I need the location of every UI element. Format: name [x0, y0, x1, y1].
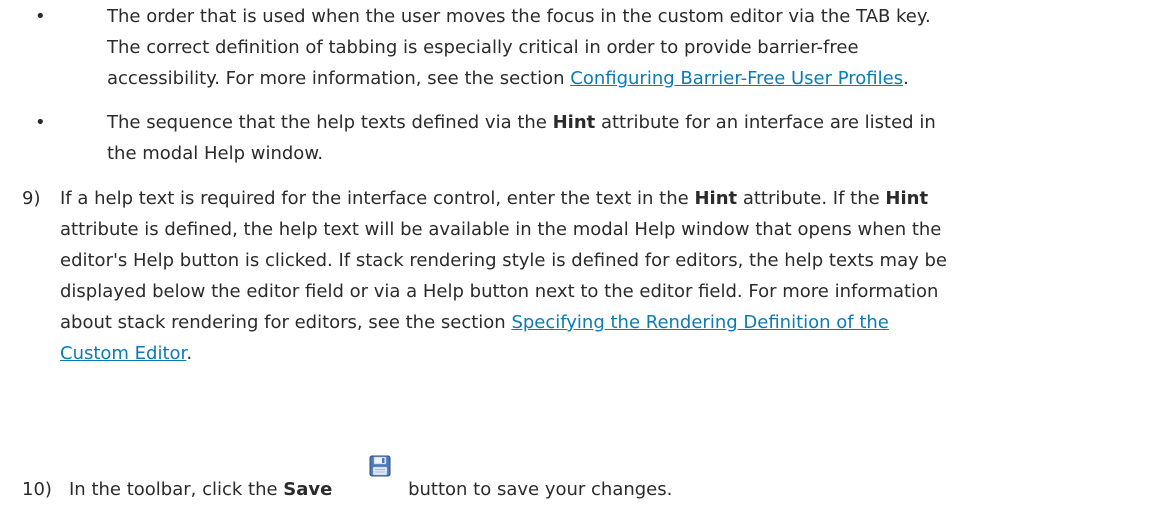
link-custom-editor[interactable]: Custom Editor: [60, 343, 186, 364]
text-line: If a help text is required for the inter…: [60, 183, 1150, 214]
text-fragment: The sequence that the help texts defined…: [107, 112, 553, 133]
bold-term-hint: Hint: [552, 112, 596, 133]
text-fragment: about stack rendering for editors, see t…: [60, 312, 512, 333]
bold-term-hint: Hint: [885, 188, 929, 209]
text-fragment: button to save your changes.: [402, 479, 673, 500]
text-fragment: If a help text is required for the inter…: [60, 188, 695, 209]
bold-term-hint: Hint: [694, 188, 738, 209]
step-10-text: In the toolbar, click the Save button to…: [69, 474, 1149, 505]
text-fragment: .: [903, 68, 909, 89]
text-line: Custom Editor.: [60, 338, 1150, 369]
save-icon: [369, 455, 391, 477]
text-fragment: In the toolbar, click the: [69, 479, 284, 500]
text-fragment: .: [186, 343, 193, 364]
step-number: 10): [22, 479, 52, 500]
bullet-marker: •: [35, 6, 46, 27]
text-fragment: attribute for an interface are listed in: [595, 112, 936, 133]
step-9-text: If a help text is required for the inter…: [60, 183, 1150, 369]
text-line: The order that is used when the user mov…: [107, 6, 931, 27]
text-fragment: attribute. If the: [737, 188, 886, 209]
text-line: The correct definition of tabbing is esp…: [107, 37, 859, 58]
text-line: accessibility. For more information, see…: [107, 63, 1147, 94]
text-line: attribute is defined, the help text will…: [60, 219, 942, 240]
text-fragment: accessibility. For more information, see…: [107, 68, 571, 89]
link-specifying-rendering-definition[interactable]: Specifying the Rendering Definition of t…: [511, 312, 888, 333]
bullet-marker: •: [35, 112, 46, 133]
text-line: the modal Help window.: [107, 143, 324, 164]
link-configuring-barrier-free[interactable]: Configuring Barrier-Free User Profiles: [570, 68, 903, 89]
bullet-item-tab-order: The order that is used when the user mov…: [107, 1, 1147, 94]
text-line: about stack rendering for editors, see t…: [60, 307, 1150, 338]
text-line: editor's Help button is clicked. If stac…: [60, 250, 947, 271]
text-line: displayed below the editor field or via …: [60, 281, 939, 302]
text-line: The sequence that the help texts defined…: [107, 107, 1147, 138]
bold-term-save: Save: [283, 479, 333, 500]
step-number: 9): [22, 188, 41, 209]
bullet-item-help-sequence: The sequence that the help texts defined…: [107, 107, 1147, 169]
